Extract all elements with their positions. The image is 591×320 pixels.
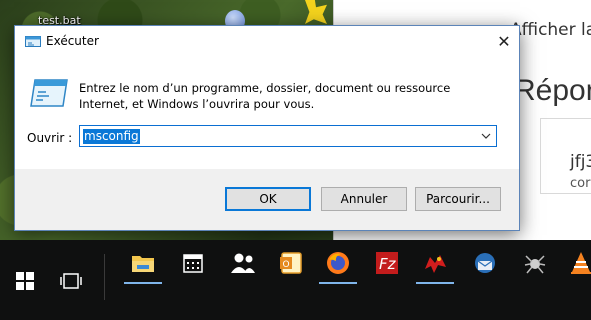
ok-button[interactable]: OK	[225, 187, 311, 211]
svg-text:O: O	[283, 260, 290, 270]
cancel-button[interactable]: Annuler	[321, 187, 407, 211]
run-app-icon	[25, 36, 41, 47]
taskbar-separator	[104, 254, 105, 300]
dialog-footer: OK Annuler Parcourir...	[15, 169, 519, 230]
task-view-icon[interactable]	[56, 266, 86, 296]
calendar-icon[interactable]	[178, 248, 208, 278]
active-indicator	[124, 282, 162, 284]
browse-button[interactable]: Parcourir...	[415, 187, 501, 211]
browser-sub-fragment: cor	[570, 176, 591, 191]
open-input[interactable]: msconfig	[79, 125, 497, 147]
dialog-title: Exécuter	[46, 34, 99, 48]
file-explorer-icon[interactable]	[124, 248, 162, 284]
chevron-down-icon[interactable]	[480, 129, 492, 143]
close-icon: ✕	[497, 32, 511, 51]
dialog-message: Entrez le nom d’un programme, dossier, d…	[79, 81, 451, 111]
people-icon[interactable]	[228, 248, 258, 278]
open-label: Ouvrir :	[27, 131, 73, 145]
run-large-icon	[30, 79, 68, 107]
browser-heading-fragment: Répon	[514, 74, 591, 107]
start-icon[interactable]	[10, 266, 40, 296]
filezilla-icon[interactable]: Fz	[372, 248, 402, 278]
active-indicator	[319, 282, 357, 284]
firefox-icon[interactable]	[319, 248, 357, 284]
open-input-value[interactable]: msconfig	[83, 129, 140, 144]
close-button[interactable]: ✕	[489, 26, 519, 57]
red-app-icon[interactable]	[416, 248, 454, 284]
browser-title-fragment: Afficher la	[510, 20, 591, 40]
thunderbird-icon[interactable]	[470, 248, 500, 278]
outlook-icon[interactable]: O	[276, 248, 306, 278]
vlc-icon[interactable]	[566, 248, 591, 278]
browser-user-fragment: jfj3	[570, 152, 591, 172]
dialog-titlebar[interactable]: Exécuter ✕	[15, 26, 519, 57]
desktop-shortcut-icon[interactable]	[305, 0, 327, 24]
svg-text:Fz: Fz	[379, 255, 397, 273]
active-indicator	[416, 282, 454, 284]
spider-app-icon[interactable]	[520, 248, 550, 278]
run-dialog: Exécuter ✕ Entrez le nom d’un programme,…	[14, 25, 520, 231]
taskbar: O Fz	[0, 240, 591, 320]
